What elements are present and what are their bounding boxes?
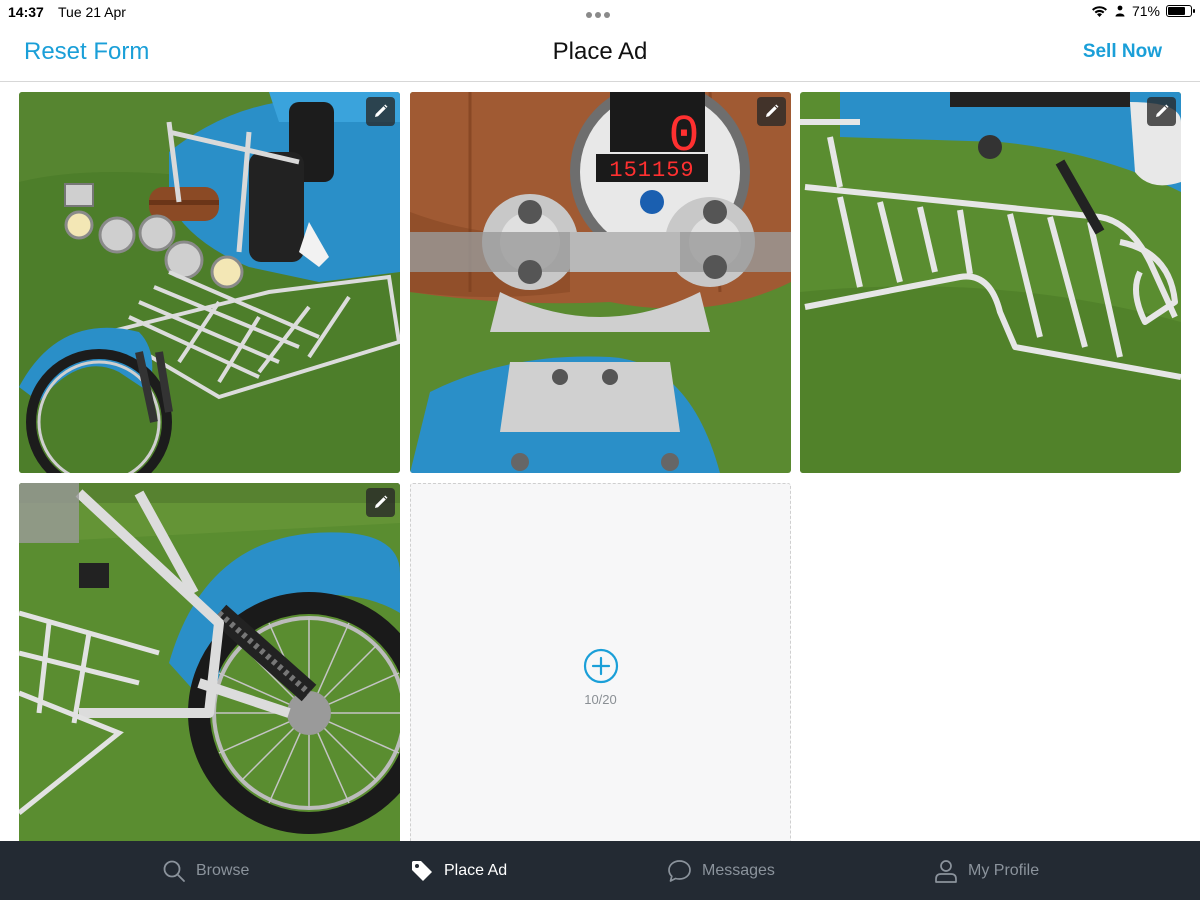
status-bar: 14:37 Tue 21 Apr 71% (0, 0, 1200, 24)
tab-browse[interactable]: Browse (162, 841, 249, 900)
photo-tile[interactable] (19, 483, 400, 841)
navigation-bar: Reset Form Place Ad Sell Now (0, 24, 1200, 82)
edit-photo-button[interactable] (1147, 97, 1176, 126)
photo-count: 10/20 (584, 692, 617, 707)
tab-my-profile[interactable]: My Profile (934, 841, 1039, 900)
photo-grid: 0 151159 10/20 (19, 92, 1181, 841)
odometer-reading: 151159 (609, 158, 694, 183)
search-icon (163, 860, 185, 882)
multitasking-dots-icon[interactable] (586, 5, 616, 18)
location-icon (1115, 5, 1125, 17)
tab-place-ad[interactable]: Place Ad (410, 841, 507, 900)
edit-photo-button[interactable] (366, 488, 395, 517)
pencil-icon (766, 104, 779, 117)
rear-wheel-photo (19, 483, 400, 841)
status-indicators: 71% (1091, 3, 1195, 19)
add-photo-tile[interactable]: 10/20 (410, 483, 791, 841)
photo-tile[interactable] (19, 92, 400, 473)
wifi-icon (1091, 5, 1107, 17)
sell-now-button[interactable]: Sell Now (1083, 41, 1162, 63)
status-date: Tue 21 Apr (58, 4, 126, 20)
tab-label: My Profile (968, 861, 1040, 879)
tab-label: Place Ad (444, 861, 508, 879)
chrome-rack-photo (800, 92, 1181, 473)
tab-messages[interactable]: Messages (667, 841, 775, 900)
page-title: Place Ad (552, 38, 648, 65)
pencil-icon (1156, 104, 1169, 117)
tab-bar: Browse Place Ad Messages My Profile (0, 841, 1200, 900)
photo-tile[interactable] (800, 92, 1181, 473)
edit-photo-button[interactable] (366, 97, 395, 126)
tab-label: Browse (196, 861, 250, 879)
status-time: 14:37 (8, 4, 44, 20)
add-photo-control: 10/20 (411, 648, 790, 707)
tag-icon (412, 860, 432, 881)
battery-icon (1166, 5, 1195, 17)
pencil-icon (375, 104, 388, 117)
person-icon (935, 859, 957, 883)
photo-tile[interactable]: 0 151159 (410, 92, 791, 473)
chat-bubble-icon (668, 859, 691, 882)
speedometer-photo: 0 151159 (410, 92, 791, 473)
plus-circle-icon[interactable] (583, 648, 619, 684)
edit-photo-button[interactable] (757, 97, 786, 126)
pencil-icon (375, 495, 388, 508)
battery-percent: 71% (1131, 3, 1160, 19)
trike-front-photo (19, 92, 400, 473)
reset-form-button[interactable]: Reset Form (24, 38, 149, 66)
tab-label: Messages (702, 861, 775, 879)
